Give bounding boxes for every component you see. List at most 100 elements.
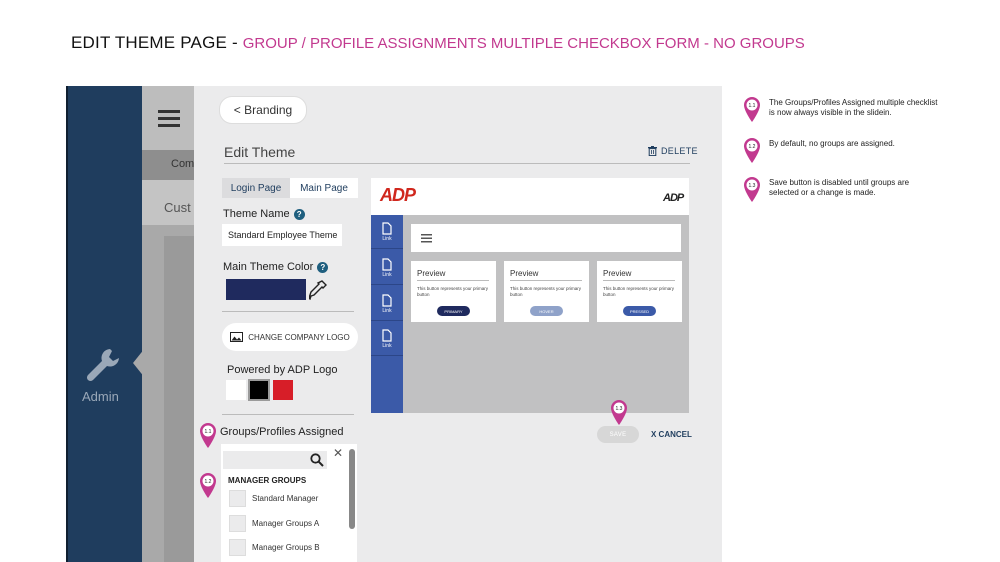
title-divider [224, 163, 690, 164]
note-pin-1-3: 1.3 [744, 177, 760, 202]
annotation-pin-1-2: 1.2 [200, 473, 216, 498]
annotation-pin-1-3: 1.3 [611, 400, 627, 425]
svg-text:1.2: 1.2 [749, 144, 756, 150]
svg-text:1.3: 1.3 [616, 406, 623, 412]
group-checkbox[interactable] [229, 515, 246, 532]
preview-card-pressed: Preview This button represents your prim… [597, 261, 682, 322]
preview-card-title: Preview [417, 269, 446, 278]
adp-logo: ADP [380, 185, 416, 205]
page-tabs: Login Page Main Page [222, 178, 358, 198]
change-logo-button[interactable]: CHANGE COMPANY LOGO [222, 323, 358, 351]
group-checkbox[interactable] [229, 539, 246, 556]
svg-text:1.1: 1.1 [205, 429, 212, 435]
preview-link-label: Link [382, 342, 392, 349]
image-icon [230, 332, 244, 342]
help-icon[interactable]: ? [317, 261, 329, 273]
delete-button[interactable]: DELETE [648, 146, 698, 156]
preview-card-text: This button represents your primary butt… [510, 286, 582, 297]
background-band: Com [142, 150, 194, 180]
preview-link-label: Link [382, 307, 392, 314]
heading-main: EDIT THEME PAGE [71, 33, 228, 52]
background-section-text: Cust [164, 200, 191, 215]
preview-card-title: Preview [603, 269, 632, 278]
back-to-branding-button[interactable]: < Branding [219, 96, 307, 124]
preview-card-text: This button represents your primary butt… [417, 286, 489, 297]
group-option-label: Manager Groups A [252, 519, 320, 528]
preview-card-hover: Preview This button represents your prim… [504, 261, 589, 322]
heading-sub: GROUP / PROFILE ASSIGNMENTS MULTIPLE CHE… [242, 35, 805, 52]
preview-pressed-button: PRESSED [623, 306, 656, 316]
preview-header [371, 178, 689, 215]
note-pin-1-1: 1.1 [744, 97, 760, 122]
document-icon [382, 293, 392, 307]
wrench-icon[interactable] [83, 345, 123, 385]
preview-sidebar-item: Link [371, 322, 403, 356]
delete-label: DELETE [661, 146, 698, 156]
section-divider [222, 414, 354, 415]
annotation-pin-1-1: 1.1 [200, 423, 216, 448]
panel-title: Edit Theme [224, 144, 296, 160]
note-pin-1-2: 1.2 [744, 138, 760, 163]
main-color-label: Main Theme Color ? [223, 261, 329, 273]
group-checkbox[interactable] [229, 490, 246, 507]
powered-by-label: Powered by ADP Logo [227, 364, 338, 376]
note-1-2: By default, no groups are assigned. [769, 139, 895, 148]
powered-logo-red-option[interactable] [273, 380, 293, 400]
page-heading: EDIT THEME PAGE - GROUP / PROFILE ASSIGN… [71, 33, 805, 53]
groups-assigned-label: Groups/Profiles Assigned [220, 426, 344, 438]
tab-main-page[interactable]: Main Page [290, 178, 358, 198]
hamburger-icon[interactable] [142, 86, 194, 150]
document-icon [382, 328, 392, 342]
svg-text:1.3: 1.3 [749, 183, 756, 189]
note-1-1: The Groups/Profiles Assigned multiple ch… [769, 98, 938, 118]
admin-label[interactable]: Admin [82, 389, 119, 404]
preview-primary-button: PRIMARY [437, 306, 470, 316]
preview-card-text: This button represents your primary butt… [603, 286, 675, 297]
adp-small-logo: ADP [663, 192, 684, 204]
nav-notch [133, 348, 145, 378]
preview-topbar [411, 224, 681, 252]
document-icon [382, 221, 392, 235]
main-color-label-text: Main Theme Color [223, 261, 314, 273]
manager-groups-heading: MANAGER GROUPS [228, 476, 307, 485]
group-option-manager-groups-b[interactable]: Manager Groups B [229, 539, 320, 556]
background-columns [164, 236, 194, 562]
checklist-scrollbar[interactable] [349, 449, 355, 529]
section-divider [222, 311, 354, 312]
search-icon[interactable] [310, 453, 324, 467]
powered-logo-black-option[interactable] [248, 379, 270, 401]
group-option-standard-manager[interactable]: Standard Manager [229, 490, 318, 507]
document-icon [382, 257, 392, 271]
preview-sidebar-item: Link [371, 287, 403, 321]
theme-name-label-text: Theme Name [223, 208, 290, 220]
help-icon[interactable]: ? [293, 208, 305, 220]
preview-link-label: Link [382, 271, 392, 278]
preview-card-primary: Preview This button represents your prim… [411, 261, 496, 322]
theme-name-input[interactable]: Standard Employee Theme [222, 224, 342, 246]
powered-logo-white-option[interactable] [226, 380, 246, 400]
preview-card-title: Preview [510, 269, 539, 278]
background-header [142, 86, 194, 150]
group-option-manager-groups-a[interactable]: Manager Groups A [229, 515, 319, 532]
background-section: Cust [142, 180, 194, 225]
tab-login-page[interactable]: Login Page [222, 178, 290, 198]
group-search-input[interactable] [223, 451, 327, 469]
preview-link-label: Link [382, 235, 392, 242]
cancel-button[interactable]: X CANCEL [651, 430, 692, 439]
group-option-label: Standard Manager [252, 494, 319, 503]
note-1-3: Save button is disabled until groups are… [769, 178, 910, 198]
main-color-swatch[interactable] [226, 279, 306, 300]
trash-icon [648, 146, 657, 156]
eyedropper-icon[interactable] [309, 280, 327, 300]
theme-name-label: Theme Name ? [223, 208, 305, 220]
hamburger-icon [421, 234, 432, 243]
save-button[interactable]: SAVE [597, 426, 639, 443]
close-icon[interactable]: ✕ [333, 446, 343, 460]
svg-text:1.1: 1.1 [749, 103, 756, 109]
left-nav-edge [66, 86, 68, 562]
change-logo-label: CHANGE COMPANY LOGO [248, 332, 350, 342]
left-nav [66, 86, 144, 562]
group-option-label: Manager Groups B [252, 543, 320, 552]
preview-sidebar-item: Link [371, 251, 403, 285]
heading-separator: - [227, 33, 243, 52]
